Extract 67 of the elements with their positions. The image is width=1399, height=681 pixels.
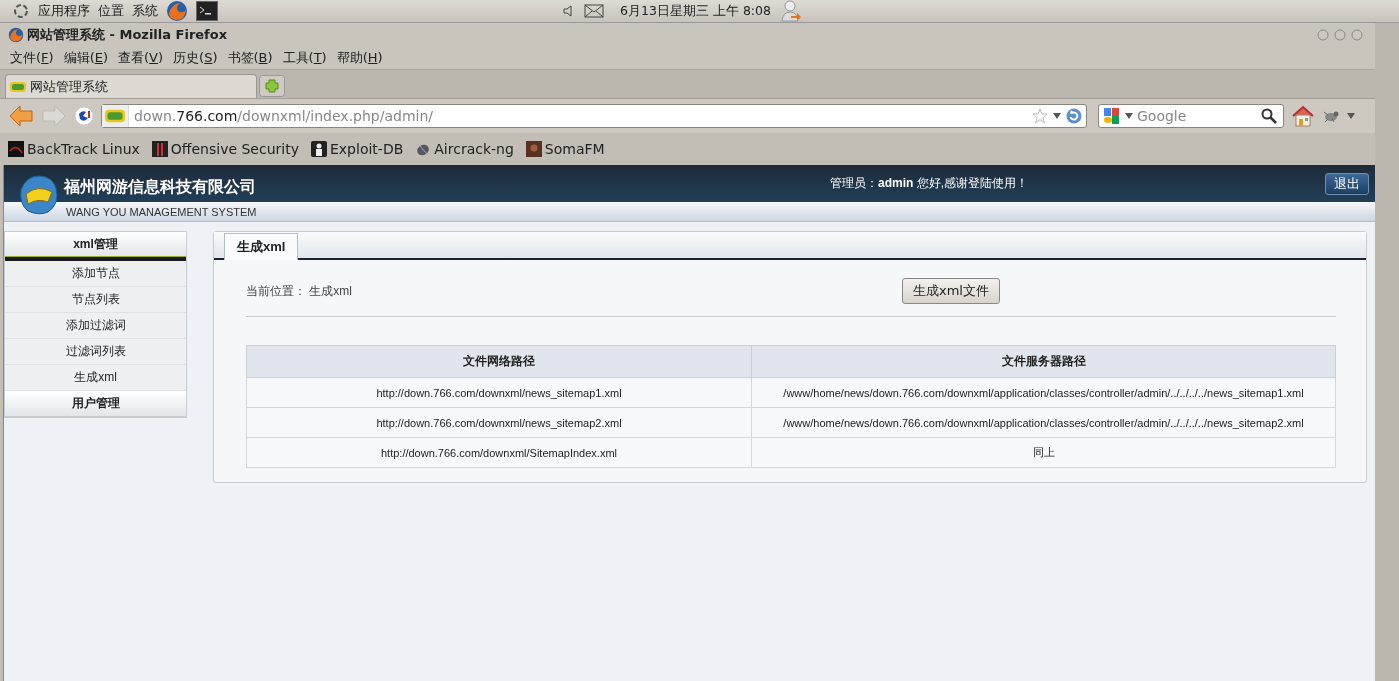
menu-item[interactable]: 工具(T) <box>282 49 327 67</box>
table-cell: 同上 <box>751 437 1336 468</box>
sidebar-item[interactable]: 节点列表 <box>5 287 186 313</box>
bookmark-item[interactable]: BackTrack Linux <box>8 141 140 157</box>
sidebar-item[interactable]: 过滤词列表 <box>5 339 186 365</box>
sidebar-item[interactable]: 添加过滤词 <box>5 313 186 339</box>
home-icon[interactable] <box>1291 105 1315 127</box>
bookmark-favicon <box>8 141 24 157</box>
menu-item[interactable]: 历史(S) <box>173 49 218 67</box>
clock[interactable]: 6月13日星期三 上午 8:08 <box>620 2 771 20</box>
panel-menu[interactable]: 系统 <box>132 2 158 20</box>
company-name: 福州网游信息科技有限公司 <box>64 177 256 197</box>
firefox-icon[interactable] <box>166 0 188 22</box>
menu-item[interactable]: 编辑(E) <box>63 49 108 67</box>
address-field[interactable]: down.766.com/downxml/index.php/admin/ <box>101 104 1087 128</box>
site-favicon[interactable] <box>102 105 129 127</box>
sidebar-item[interactable]: 生成xml <box>5 365 186 391</box>
generate-button[interactable]: 生成xml文件 <box>902 278 1000 304</box>
table-cell: /www/home/news/down.766.com/downxml/application/classes/controller/admin/../../../../news_sitemap2.xml <box>751 407 1336 438</box>
sidebar-item[interactable]: 添加节点 <box>5 261 186 287</box>
search-engine-icon[interactable] <box>1103 107 1121 125</box>
panel-menu[interactable]: 位置 <box>98 2 124 20</box>
greeting-text: 管理员：admin 您好,感谢登陆使用！ <box>830 175 1028 192</box>
bookmark-item[interactable]: SomaFM <box>525 141 605 157</box>
bookmark-item[interactable]: Offensive Security <box>151 141 299 157</box>
bookmark-favicon <box>311 141 327 157</box>
column-header: 文件网络路径 <box>246 345 752 378</box>
menu-item[interactable]: 书签(B) <box>227 49 273 67</box>
column-header: 文件服务器路径 <box>751 345 1336 378</box>
dropdown-arrow-icon[interactable] <box>1125 112 1133 120</box>
table-cell: http://down.766.com/downxml/SitemapIndex.xml <box>246 437 752 468</box>
bookmark-favicon <box>151 141 168 157</box>
search-bar[interactable]: Google <box>1098 104 1284 128</box>
reload-icon[interactable] <box>1066 108 1082 124</box>
table-cell: http://down.766.com/downxml/news_sitemap2.xml <box>246 407 752 438</box>
window-title: 网站管理系统 - Mozilla Firefox <box>27 26 228 44</box>
bug-icon[interactable] <box>1322 109 1340 123</box>
user-icon[interactable] <box>781 0 801 22</box>
bookmark-favicon <box>525 141 542 157</box>
table-cell: /www/home/news/down.766.com/downxml/application/classes/controller/admin/../../../../news_sitemap1.xml <box>751 377 1336 408</box>
menu-item[interactable]: 查看(V) <box>118 49 164 67</box>
star-icon[interactable] <box>1032 108 1048 124</box>
panel-menu[interactable]: 应用程序 <box>38 2 90 20</box>
sidebar-group[interactable]: xml管理 <box>5 232 186 261</box>
mail-icon[interactable] <box>584 4 605 18</box>
dropdown-arrow-icon[interactable] <box>1053 112 1061 120</box>
site-favicon <box>10 79 26 94</box>
bookmark-item[interactable]: Aircrack-ng <box>415 141 514 157</box>
ubuntu-logo-icon[interactable] <box>12 2 30 20</box>
addon-icon[interactable] <box>74 106 94 126</box>
browser-tab[interactable]: 网站管理系统 <box>5 74 257 98</box>
sidebar-group[interactable]: 用户管理 <box>5 391 186 417</box>
logout-button[interactable]: 退出 <box>1325 172 1369 195</box>
search-icon[interactable] <box>1261 108 1277 124</box>
menu-item[interactable]: 文件(F) <box>10 49 54 67</box>
bookmark-favicon <box>415 141 432 157</box>
breadcrumb: 当前位置： 生成xml <box>246 282 353 300</box>
firefox-icon <box>8 27 24 43</box>
content-tab[interactable]: 生成xml <box>224 233 299 260</box>
table-cell: http://down.766.com/downxml/news_sitemap1.xml <box>246 377 752 408</box>
back-arrow-icon[interactable] <box>8 104 34 128</box>
bookmark-item[interactable]: Exploit-DB <box>311 141 404 157</box>
system-subtitle: WANG YOU MANAGEMENT SYSTEM <box>66 205 257 218</box>
terminal-icon[interactable] <box>196 1 218 21</box>
search-field[interactable]: Google <box>1137 108 1257 124</box>
dropdown-arrow-icon[interactable] <box>1347 112 1355 120</box>
menu-item[interactable]: 帮助(H) <box>336 49 383 67</box>
